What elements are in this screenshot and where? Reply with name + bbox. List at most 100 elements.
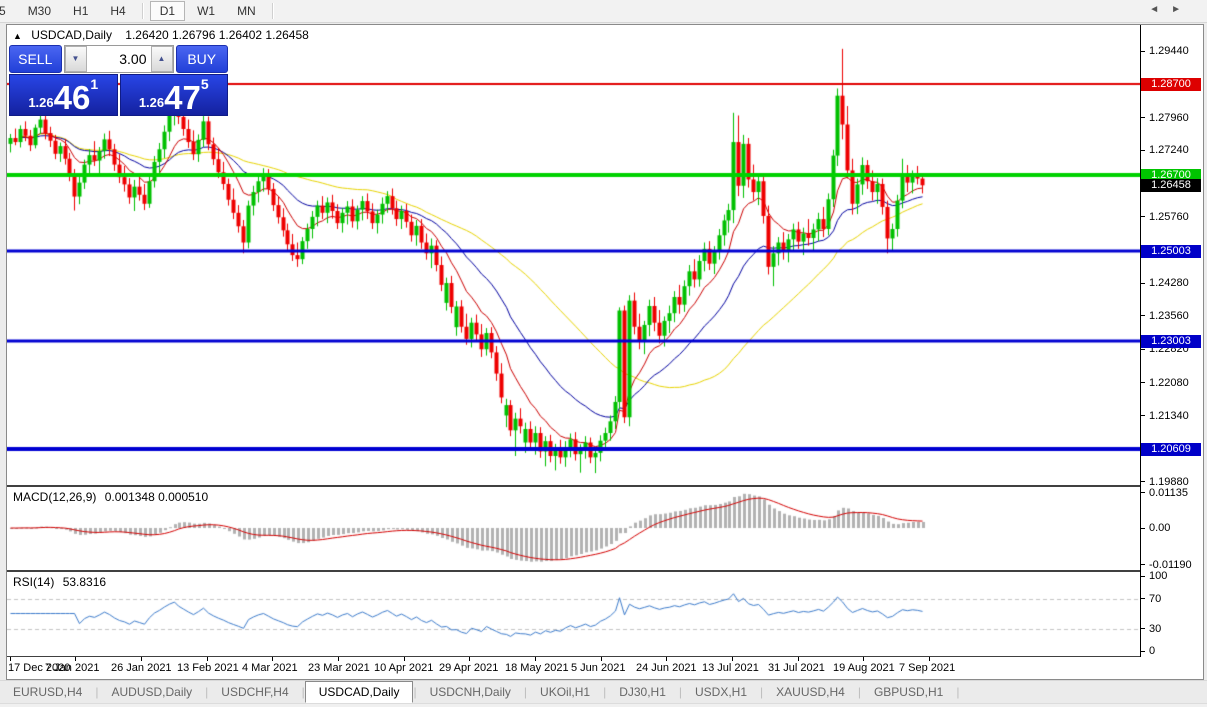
macd-tick-label: 0.01135 <box>1149 486 1188 499</box>
date-tick <box>469 657 470 661</box>
timeframe-button-m30[interactable]: M30 <box>18 1 61 21</box>
axis-tick <box>1141 481 1145 482</box>
price-tick-label: 1.23560 <box>1149 309 1189 322</box>
tab-scroll-right-icon[interactable]: ► <box>1171 4 1193 15</box>
buy-price-prefix: 1.26 <box>138 95 165 110</box>
price-level-badge: 1.23003 <box>1141 335 1201 348</box>
axis-tick <box>1141 528 1145 529</box>
axis-tick <box>1141 628 1145 629</box>
chart-tab-usdx[interactable]: USDX,H1 <box>682 682 760 702</box>
buy-price-panel[interactable]: 1.26 47 5 <box>119 74 228 116</box>
chart-tab-usdcnh[interactable]: USDCNH,Daily <box>417 682 524 702</box>
chart-symbol-period: USDCAD,Daily <box>31 28 112 42</box>
date-tick <box>207 657 208 661</box>
toolbar-separator <box>141 3 144 19</box>
chart-tab-eurusd[interactable]: EURUSD,H4 <box>0 682 95 702</box>
toolbar-separator <box>271 3 274 19</box>
rsi-tick-label: 30 <box>1149 622 1162 635</box>
date-tick <box>929 657 930 661</box>
chart-tab-dj30[interactable]: DJ30,H1 <box>606 682 679 702</box>
rsi-tick-label: 70 <box>1149 592 1162 605</box>
chart-title: ▲ USDCAD,Daily 1.26420 1.26796 1.26402 1… <box>13 28 309 42</box>
volume-box: ▼ ▲ <box>63 45 174 73</box>
price-tick-label: 1.29440 <box>1149 45 1189 58</box>
volume-increase-button[interactable]: ▲ <box>150 46 173 72</box>
timeframe-button-h4[interactable]: H4 <box>100 1 135 21</box>
buy-price-big: 47 <box>164 79 201 116</box>
date-label: 23 Mar 2021 <box>308 662 370 674</box>
macd-indicator-label: MACD(12,26,9) 0.001348 0.000510 <box>13 490 208 504</box>
volume-input[interactable] <box>86 46 151 72</box>
buy-price-sup: 5 <box>200 76 209 92</box>
timeframe-button-h1[interactable]: H1 <box>63 1 98 21</box>
sell-price-prefix: 1.26 <box>28 95 54 110</box>
axis-tick <box>1141 598 1145 599</box>
chart-tab-usdcad[interactable]: USDCAD,Daily <box>304 681 414 703</box>
date-label: 7 Sep 2021 <box>899 662 956 674</box>
chart-ohlc-values: 1.26420 1.26796 1.26402 1.26458 <box>125 28 309 42</box>
sell-price-sup: 1 <box>90 76 99 92</box>
volume-decrease-button[interactable]: ▼ <box>64 46 87 72</box>
date-label: 19 Aug 2021 <box>833 662 895 674</box>
date-label: 13 Feb 2021 <box>177 662 239 674</box>
date-tick <box>732 657 733 661</box>
macd-values: 0.001348 0.000510 <box>104 490 209 504</box>
axis-tick <box>1141 415 1145 416</box>
axis-tick <box>1141 382 1145 383</box>
price-tick-label: 1.22080 <box>1149 376 1189 389</box>
rsi-chart-canvas[interactable] <box>7 572 1140 656</box>
date-tick <box>666 657 667 661</box>
date-label: 13 Jul 2021 <box>702 662 759 674</box>
date-label: 4 Mar 2021 <box>242 662 298 674</box>
price-tick-label: 1.24280 <box>1149 277 1189 290</box>
price-tick-label: 1.21340 <box>1149 409 1189 422</box>
price-level-badge: 1.25003 <box>1141 244 1201 258</box>
date-tick <box>338 657 339 661</box>
date-tick <box>601 657 602 661</box>
axis-tick <box>1141 576 1145 577</box>
time-axis[interactable]: 17 Dec 2020 7 Jan 2021 26 Jan 2021 13 Feb 2… <box>7 657 1201 678</box>
chart-tab-ukoil[interactable]: UKOil,H1 <box>527 682 603 702</box>
axis-tick <box>1141 651 1145 652</box>
chart-tab-usdchf[interactable]: USDCHF,H4 <box>208 682 301 702</box>
chart-tab-xauusd[interactable]: XAUUSD,H4 <box>763 682 858 702</box>
one-click-panel-toggle-icon[interactable]: ▲ <box>13 31 22 41</box>
chart-window: ▲ USDCAD,Daily 1.26420 1.26796 1.26402 1… <box>6 24 1204 680</box>
axis-tick <box>1141 51 1145 52</box>
axis-tick <box>1141 150 1145 151</box>
date-label: 5 Jun 2021 <box>571 662 626 674</box>
axis-tick <box>1141 283 1145 284</box>
chart-tab-audusd[interactable]: AUDUSD,Daily <box>98 682 205 702</box>
sell-button[interactable]: SELL <box>9 45 62 73</box>
rsi-value: 53.8316 <box>62 575 107 589</box>
date-label: 18 May 2021 <box>505 662 569 674</box>
date-tick <box>141 657 142 661</box>
chart-tab-gbpusd[interactable]: GBPUSD,H1 <box>861 682 956 702</box>
date-label: 31 Jul 2021 <box>768 662 825 674</box>
sell-price-panel[interactable]: 1.26 46 1 <box>9 74 118 116</box>
timeframe-button-d1[interactable]: D1 <box>149 1 186 21</box>
macd-name: MACD(12,26,9) <box>13 490 97 504</box>
date-tick <box>404 657 405 661</box>
tab-scroll-left-icon[interactable]: ◄ <box>1149 4 1171 15</box>
one-click-trading-panel: SELL ▼ ▲ BUY 1.26 46 1 1.26 47 5 <box>9 45 228 116</box>
price-tick-label: 1.25760 <box>1149 210 1189 223</box>
axis-tick <box>1141 315 1145 316</box>
timeframe-button-w1[interactable]: W1 <box>187 1 225 21</box>
timeframe-button-mn[interactable]: MN <box>227 1 266 21</box>
price-level-badge: 1.28700 <box>1141 78 1201 92</box>
date-label: 26 Jan 2021 <box>111 662 172 674</box>
date-tick <box>798 657 799 661</box>
rsi-name: RSI(14) <box>13 575 55 589</box>
macd-tick-label: -0.01190 <box>1149 558 1192 571</box>
axis-tick <box>1141 564 1145 565</box>
price-tick-label: 1.27960 <box>1149 111 1189 124</box>
axis-tick <box>1141 492 1145 493</box>
date-tick <box>75 657 76 661</box>
rsi-indicator-label: RSI(14) 53.8316 <box>13 575 106 589</box>
buy-button[interactable]: BUY <box>175 45 228 73</box>
sell-price-big: 46 <box>53 79 91 116</box>
price-axis[interactable]: 1.29440 1.27960 1.27240 1.25760 1.24280 1.235… <box>1140 25 1202 657</box>
timeframe-button-5[interactable]: 5 <box>0 1 16 21</box>
timeframe-toolbar: 5 M30 H1 H4 D1 W1 MN <box>0 0 1207 23</box>
